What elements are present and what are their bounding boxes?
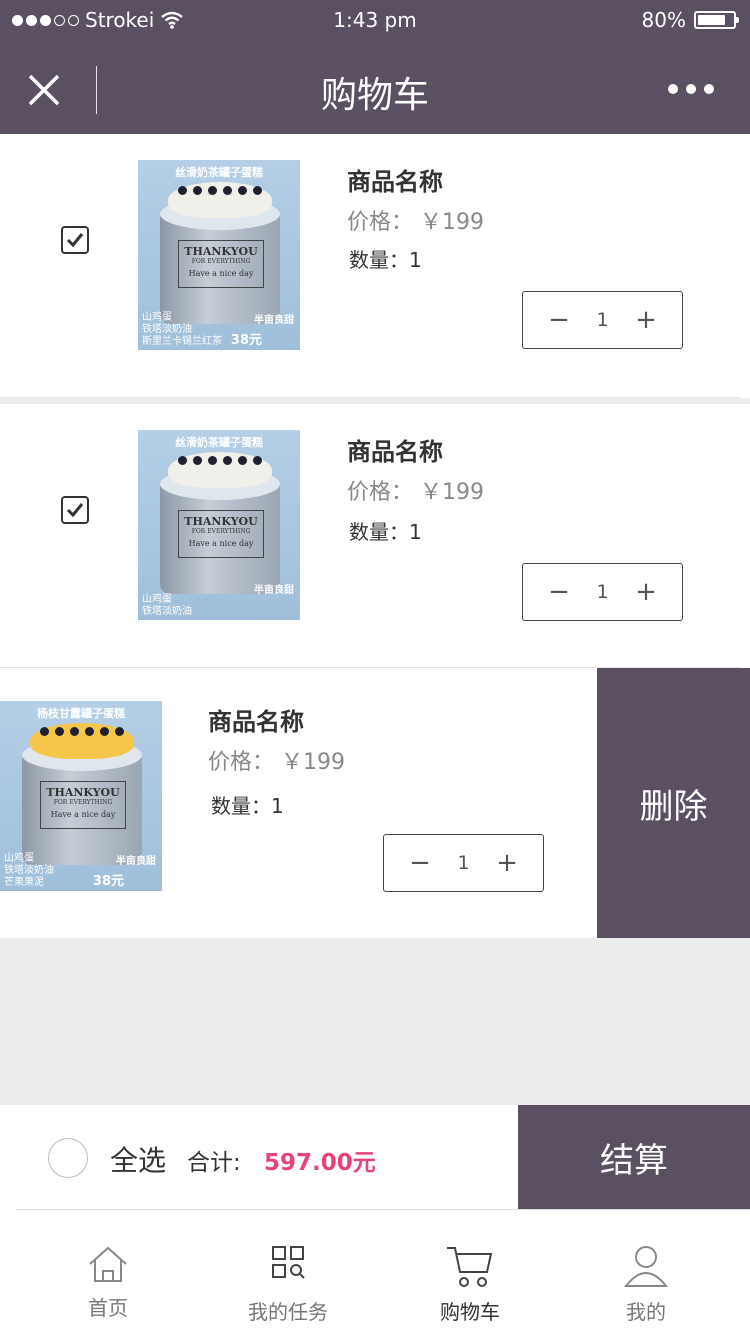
product-quantity: 数量：1 bbox=[349, 248, 422, 272]
price-value: ￥199 bbox=[281, 750, 346, 775]
image-label-big: THANKYOU bbox=[184, 515, 258, 528]
tab-tasks[interactable]: 我的任务 bbox=[238, 1210, 338, 1331]
price-value: ￥199 bbox=[420, 210, 485, 235]
image-berries bbox=[178, 186, 262, 206]
tab-label: 购物车 bbox=[440, 1300, 500, 1324]
image-notes: 山鸡蛋 铁塔淡奶油 bbox=[142, 594, 192, 617]
image-label-nice: Have a nice day bbox=[50, 810, 116, 819]
plus-button[interactable]: + bbox=[495, 850, 519, 876]
tab-label: 我的任务 bbox=[248, 1300, 328, 1324]
cart-icon bbox=[447, 1247, 493, 1287]
minus-button[interactable]: − bbox=[408, 850, 432, 876]
more-icon[interactable] bbox=[668, 84, 714, 94]
image-label-small: FOR EVERYTHING bbox=[191, 258, 251, 265]
product-quantity: 数量：1 bbox=[349, 520, 422, 544]
image-notes: 山鸡蛋 铁塔淡奶油 斯里兰卡锡兰红茶 bbox=[142, 312, 222, 347]
quantity-value[interactable]: 1 bbox=[457, 852, 469, 874]
plus-button[interactable]: + bbox=[634, 579, 658, 605]
image-label-nice: Have a nice day bbox=[188, 539, 254, 548]
home-icon bbox=[89, 1246, 127, 1282]
image-berries bbox=[40, 727, 124, 747]
image-price: 38元 bbox=[92, 874, 124, 889]
tab-profile[interactable]: 我的 bbox=[596, 1210, 696, 1331]
minus-button[interactable]: − bbox=[547, 307, 571, 333]
quantity-stepper: − 1 + bbox=[383, 834, 544, 892]
image-banner: 杨枝甘露罐子蛋糕 bbox=[37, 707, 125, 720]
tab-cart[interactable]: 购物车 bbox=[420, 1210, 520, 1331]
tab-home[interactable]: 首页 bbox=[58, 1210, 158, 1331]
product-image[interactable]: 杨枝甘露罐子蛋糕 THANKYOU FOR EVERYTHING Have a … bbox=[0, 701, 162, 891]
quantity-stepper: − 1 + bbox=[522, 563, 683, 621]
image-label-small: FOR EVERYTHING bbox=[53, 799, 113, 806]
price-label: 价格： bbox=[208, 750, 275, 775]
checkout-button[interactable]: 结算 bbox=[518, 1105, 750, 1210]
battery-group: 80% bbox=[641, 8, 739, 32]
cart-item: 丝滑奶茶罐子蛋糕 THANKYOU FOR EVERYTHING Have a … bbox=[0, 134, 750, 398]
plus-button[interactable]: + bbox=[634, 307, 658, 333]
item-divider bbox=[0, 397, 740, 398]
product-name: 商品名称 bbox=[347, 168, 443, 196]
cart-item: 丝滑奶茶罐子蛋糕 THANKYOU FOR EVERYTHING Have a … bbox=[0, 404, 750, 668]
total-label: 合计: bbox=[187, 1150, 241, 1176]
checkmark-icon bbox=[66, 233, 84, 248]
tab-bar: 首页 我的任务 购物车 我的 bbox=[0, 1210, 750, 1331]
image-banner: 丝滑奶茶罐子蛋糕 bbox=[175, 436, 263, 449]
image-label-nice: Have a nice day bbox=[188, 269, 254, 278]
page-title: 购物车 bbox=[320, 75, 429, 116]
checkmark-icon bbox=[66, 503, 84, 518]
price-label: 价格： bbox=[347, 210, 414, 235]
product-image[interactable]: 丝滑奶茶罐子蛋糕 THANKYOU FOR EVERYTHING Have a … bbox=[138, 160, 300, 350]
battery-percent: 80% bbox=[641, 8, 686, 32]
user-icon bbox=[624, 1246, 668, 1287]
quantity-value[interactable]: 1 bbox=[596, 309, 608, 331]
image-banner: 丝滑奶茶罐子蛋糕 bbox=[175, 166, 263, 179]
status-time: 1:43 pm bbox=[333, 8, 417, 32]
select-all-radio[interactable] bbox=[48, 1138, 88, 1178]
product-name: 商品名称 bbox=[347, 438, 443, 466]
checkout-bar: 全选 合计: 597.00元 结算 bbox=[0, 1105, 750, 1210]
image-tin-label: THANKYOU FOR EVERYTHING Have a nice day bbox=[40, 781, 126, 829]
quantity-value[interactable]: 1 bbox=[596, 581, 608, 603]
price-value: ￥199 bbox=[420, 480, 485, 505]
minus-button[interactable]: − bbox=[547, 579, 571, 605]
product-price: 价格： ￥199 bbox=[347, 474, 484, 506]
tab-label: 首页 bbox=[88, 1296, 128, 1320]
product-image[interactable]: 丝滑奶茶罐子蛋糕 THANKYOU FOR EVERYTHING Have a … bbox=[138, 430, 300, 620]
product-price: 价格： ￥199 bbox=[347, 204, 484, 236]
image-label-big: THANKYOU bbox=[184, 245, 258, 258]
item-checkbox[interactable] bbox=[61, 226, 89, 254]
quantity-stepper: − 1 + bbox=[522, 291, 683, 349]
image-label-big: THANKYOU bbox=[46, 786, 120, 799]
product-price: 价格： ￥199 bbox=[208, 744, 345, 776]
image-tin-label: THANKYOU FOR EVERYTHING Have a nice day bbox=[178, 510, 264, 558]
task-grid-icon bbox=[272, 1246, 305, 1279]
select-all-label[interactable]: 全选 bbox=[110, 1139, 166, 1179]
total-value: 597.00元 bbox=[264, 1150, 376, 1176]
nav-bar: 购物车 bbox=[0, 40, 750, 134]
item-checkbox[interactable] bbox=[61, 496, 89, 524]
image-brand: 半亩良甜 bbox=[116, 856, 156, 867]
delete-button[interactable]: 删除 bbox=[597, 668, 750, 938]
status-bar: Strokei 1:43 pm 80% bbox=[0, 0, 750, 40]
product-quantity: 数量：1 bbox=[211, 794, 284, 818]
image-price: 38元 bbox=[230, 333, 262, 348]
battery-icon bbox=[694, 11, 739, 29]
product-name: 商品名称 bbox=[208, 708, 304, 736]
cart-item-swiped: 杨枝甘露罐子蛋糕 THANKYOU FOR EVERYTHING Have a … bbox=[0, 668, 750, 938]
image-tin-label: THANKYOU FOR EVERYTHING Have a nice day bbox=[178, 240, 264, 288]
price-label: 价格： bbox=[347, 480, 414, 505]
image-brand: 半亩良甜 bbox=[254, 585, 294, 596]
image-notes: 山鸡蛋 铁塔淡奶油 芒果果泥 bbox=[4, 853, 54, 888]
image-berries bbox=[178, 456, 262, 476]
image-label-small: FOR EVERYTHING bbox=[191, 528, 251, 535]
image-brand: 半亩良甜 bbox=[254, 315, 294, 326]
tab-label: 我的 bbox=[626, 1300, 666, 1324]
